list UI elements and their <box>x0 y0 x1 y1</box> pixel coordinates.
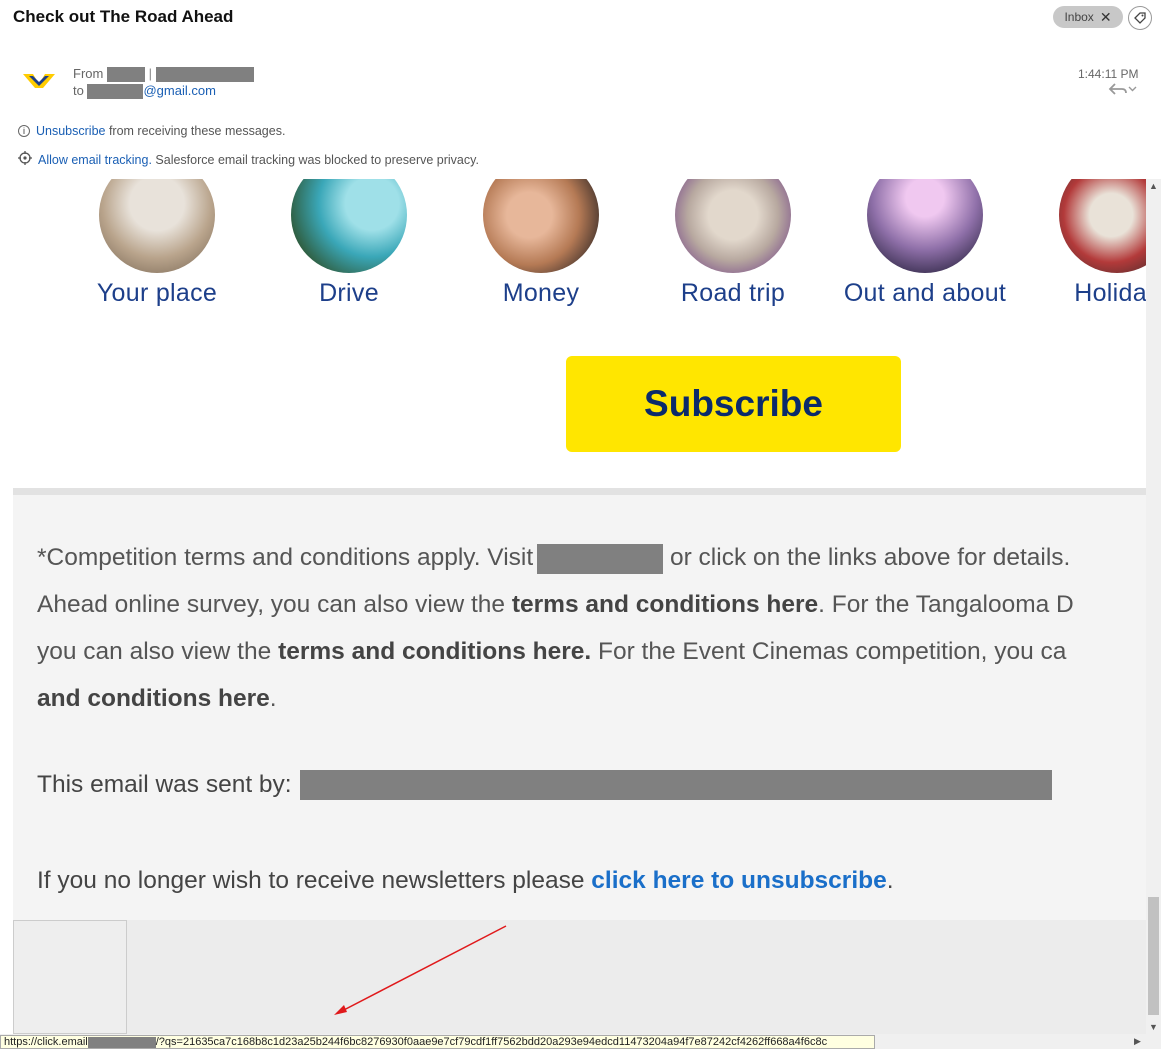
from-label: From <box>73 66 104 81</box>
sender-logo <box>23 72 55 93</box>
redacted-recipient <box>87 84 144 100</box>
status-bar: https://click.email /?qs=21635ca7c168b8c1… <box>0 1034 1161 1049</box>
scroll-right-icon[interactable]: ▶ <box>1134 1036 1141 1047</box>
url-suffix: /?qs=21635ca7c168b8c1d23a25b244f6bc82769… <box>155 1036 828 1048</box>
tracking-notice: Allow email tracking. Salesforce email t… <box>18 151 479 168</box>
scroll-down-icon[interactable]: ▼ <box>1149 1022 1158 1032</box>
annotation-arrow <box>334 925 507 1015</box>
email-subject: Check out The Road Ahead <box>13 7 234 26</box>
allow-tracking-link[interactable]: Allow email tracking. <box>38 153 152 167</box>
unsubscribe-notice: i Unsubscribe from receiving these messa… <box>18 124 285 138</box>
tag-icon[interactable] <box>1128 6 1152 30</box>
hover-url: https://click.email /?qs=21635ca7c168b8c1… <box>0 1035 875 1049</box>
to-line: to @gmail.com <box>73 83 216 100</box>
reply-icon[interactable] <box>1108 82 1138 101</box>
inbox-label-chip[interactable]: Inbox ✕ <box>1053 6 1123 28</box>
scroll-up-icon[interactable]: ▲ <box>1149 181 1158 191</box>
tracking-notice-text: Salesforce email tracking was blocked to… <box>151 152 479 167</box>
inbox-label-text: Inbox <box>1064 10 1094 24</box>
to-label: to <box>73 83 84 98</box>
recipient-domain[interactable]: @gmail.com <box>143 83 215 98</box>
received-time: 1:44:11 PM <box>1078 67 1139 81</box>
unsubscribe-notice-text: from receiving these messages. <box>105 124 286 138</box>
email-body: Your place Drive Money Road trip Out and… <box>0 179 1146 1034</box>
tracking-icon <box>18 151 32 168</box>
remove-label-icon[interactable]: ✕ <box>1100 9 1112 26</box>
from-line: From | <box>73 66 254 83</box>
redacted-sender-name <box>106 67 145 83</box>
unsubscribe-link[interactable]: Unsubscribe <box>36 124 105 138</box>
redacted-url-part <box>87 1036 156 1048</box>
vertical-scrollbar[interactable]: ▲ ▼ <box>1146 179 1161 1034</box>
url-prefix: https://click.email <box>4 1036 88 1048</box>
info-icon: i <box>18 125 30 137</box>
scrollbar-thumb[interactable] <box>1148 897 1159 1015</box>
redacted-sender-address <box>155 67 254 83</box>
